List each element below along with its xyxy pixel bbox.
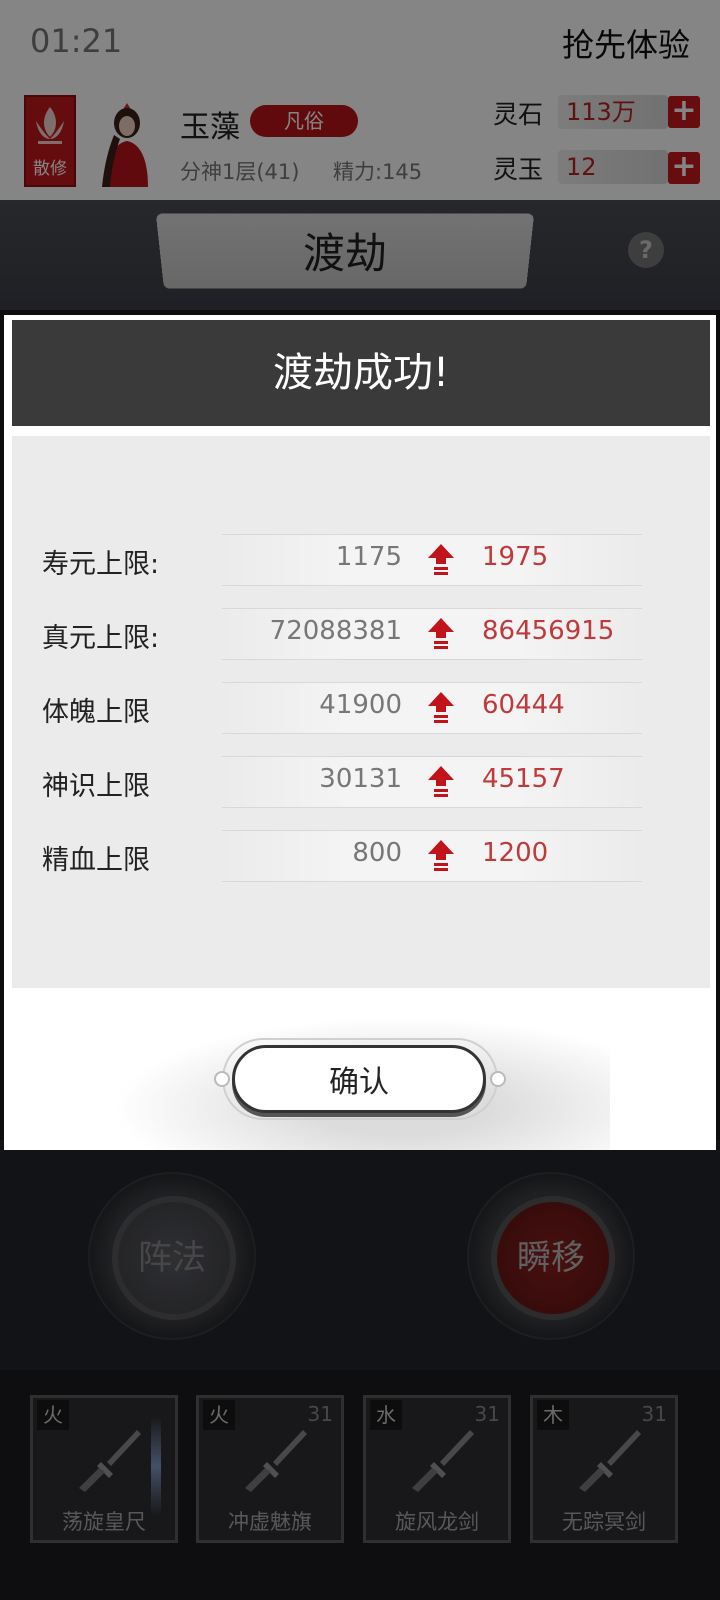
stat-row-essence-blood: 精血上限 800 1200 xyxy=(12,830,710,882)
stats-panel: 寿元上限: 1175 1975 真元上限: 72088381 86456915 … xyxy=(12,436,710,988)
up-arrow-icon xyxy=(428,544,454,575)
stat-row-true-essence: 真元上限: 72088381 86456915 xyxy=(12,608,710,660)
stat-label: 寿元上限: xyxy=(42,549,160,580)
up-arrow-icon xyxy=(428,766,454,797)
up-arrow-icon xyxy=(428,840,454,871)
up-arrow-icon xyxy=(428,618,454,649)
frame-knob-right xyxy=(490,1071,506,1087)
stat-new-value: 1975 xyxy=(482,542,549,572)
stat-old-value: 30131 xyxy=(319,764,402,794)
dialog-title: 渡劫成功! xyxy=(272,350,450,396)
stat-new-value: 45157 xyxy=(482,764,565,794)
up-arrow-icon xyxy=(428,692,454,723)
stat-label: 神识上限 xyxy=(42,771,150,802)
stat-new-value: 1200 xyxy=(482,838,549,868)
stat-label: 体魄上限 xyxy=(42,697,150,728)
confirm-button[interactable]: 确认 xyxy=(232,1045,486,1113)
stat-label: 真元上限: xyxy=(42,623,160,654)
stat-old-value: 41900 xyxy=(319,690,402,720)
stat-row-spirit-sense: 神识上限 30131 45157 xyxy=(12,756,710,808)
stat-old-value: 1175 xyxy=(335,542,402,572)
frame-knob-left xyxy=(214,1071,230,1087)
stat-row-physique: 体魄上限 41900 60444 xyxy=(12,682,710,734)
stat-label: 精血上限 xyxy=(42,845,150,876)
stat-new-value: 60444 xyxy=(482,690,565,720)
stat-old-value: 72088381 xyxy=(269,616,402,646)
stat-old-value: 800 xyxy=(352,838,402,868)
stat-row-lifespan: 寿元上限: 1175 1975 xyxy=(12,534,710,586)
stat-new-value: 86456915 xyxy=(482,616,615,646)
dialog-header: 渡劫成功! xyxy=(12,320,710,426)
